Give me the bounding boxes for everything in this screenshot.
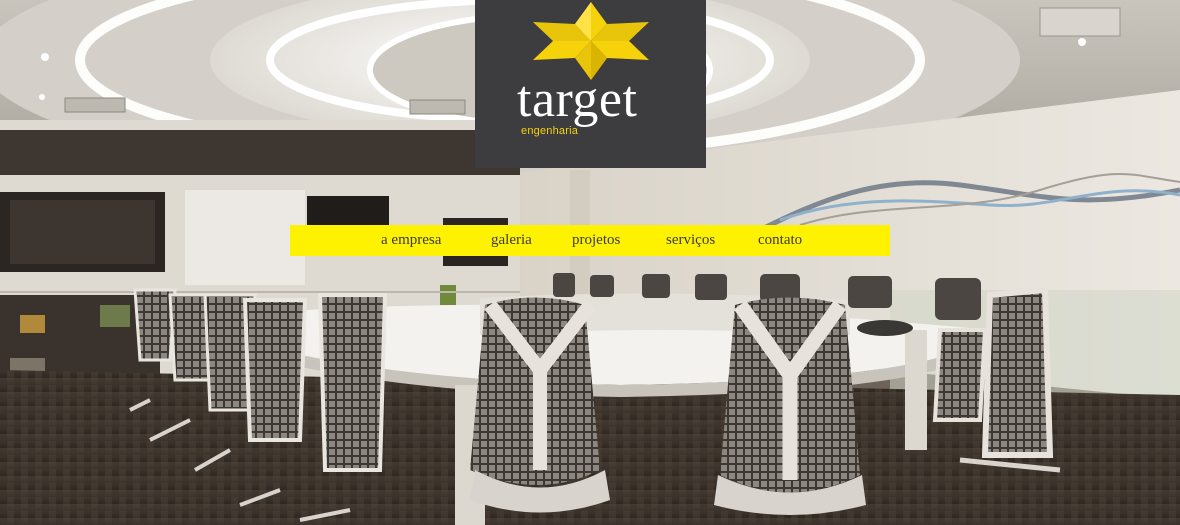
nav-item-contato[interactable]: contato: [758, 232, 802, 249]
logo[interactable]: target engenharia: [475, 0, 706, 168]
nav-item-servicos[interactable]: serviços: [666, 232, 715, 249]
nav-item-galeria[interactable]: galeria: [491, 232, 532, 249]
brand-name: target: [517, 71, 638, 128]
nav-item-projetos[interactable]: projetos: [572, 232, 620, 249]
four-point-star-icon: [533, 2, 649, 80]
main-navigation: a empresa galeria projetos serviços cont…: [290, 225, 890, 256]
nav-item-a-empresa[interactable]: a empresa: [381, 232, 441, 249]
brand-subtitle: engenharia: [521, 125, 579, 137]
